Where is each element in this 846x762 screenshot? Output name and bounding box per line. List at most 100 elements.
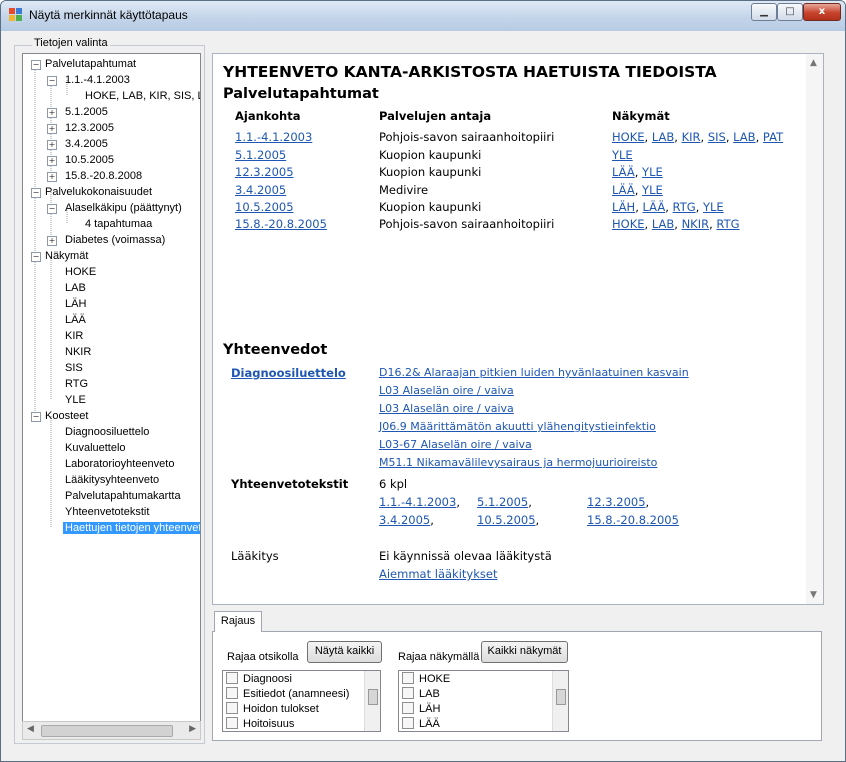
tree-item[interactable]: LAB: [65, 282, 86, 294]
scroll-thumb[interactable]: [556, 689, 566, 705]
panel-vertical-scrollbar[interactable]: ▲ ▼: [806, 54, 823, 604]
event-date-link[interactable]: 3.4.2005: [235, 183, 286, 197]
view-checklist[interactable]: HOKE LAB LÄH LÄÄ: [398, 670, 569, 732]
tree-expander-icon[interactable]: +: [47, 156, 57, 166]
tree-expander-icon[interactable]: −: [47, 76, 57, 86]
tree-item[interactable]: Lääkitysyhteenveto: [65, 474, 159, 486]
checklist-item[interactable]: LÄH: [402, 702, 440, 715]
tree-item[interactable]: HOKE, LAB, KIR, SIS, L: [85, 90, 200, 102]
view-link[interactable]: LÄH: [612, 200, 635, 214]
view-link[interactable]: LÄÄ: [612, 165, 635, 179]
heading-checklist[interactable]: Diagnoosi Esitiedot (anamneesi) Hoidon tul…: [222, 670, 381, 732]
tree-item[interactable]: 12.3.2005: [65, 122, 114, 134]
tree-item[interactable]: Palvelukokonaisuudet: [45, 186, 152, 198]
view-link[interactable]: LÄÄ: [612, 183, 635, 197]
view-link[interactable]: LAB: [733, 130, 755, 144]
tree-horizontal-scrollbar[interactable]: ◀ ▶: [22, 721, 201, 740]
view-link[interactable]: KIR: [682, 130, 701, 144]
checklist-item[interactable]: LAB: [402, 687, 440, 700]
diagnosis-link[interactable]: L03 Alaselän oire / vaiva: [379, 402, 514, 415]
view-link[interactable]: RTG: [716, 217, 739, 231]
tree-item[interactable]: Kuvaluettelo: [65, 442, 126, 454]
tree-expander-icon[interactable]: +: [47, 172, 57, 182]
tree-item[interactable]: LÄÄ: [65, 314, 86, 326]
tree-expander-icon[interactable]: −: [47, 204, 57, 214]
checkbox[interactable]: [226, 717, 238, 729]
tree-item[interactable]: LÄH: [65, 298, 86, 310]
summary-text-link[interactable]: 15.8.-20.8.2005: [587, 513, 679, 527]
checklist-item[interactable]: Diagnoosi: [226, 672, 292, 685]
view-link[interactable]: RTG: [673, 200, 696, 214]
checklist-item[interactable]: Esitiedot (anamneesi): [226, 687, 349, 700]
tree-item[interactable]: HOKE: [65, 266, 96, 278]
view-link[interactable]: HOKE: [612, 217, 645, 231]
tree-item[interactable]: Diagnoosiluettelo: [65, 426, 149, 438]
summary-text-link[interactable]: 1.1.-4.1.2003: [379, 495, 456, 509]
tree-item[interactable]: Diabetes (voimassa): [65, 234, 165, 246]
previous-medications-link[interactable]: Aiemmat lääkitykset: [379, 567, 497, 581]
diagnosis-link[interactable]: J06.9 Määrittämätön akuutti ylähengityst…: [379, 420, 656, 433]
scroll-left-icon[interactable]: ◀: [27, 724, 34, 734]
view-link[interactable]: YLE: [642, 183, 663, 197]
tree-item[interactable]: Haettujen tietojen yhteenveto: [63, 522, 200, 534]
tree-item[interactable]: YLE: [65, 394, 86, 406]
tree-expander-icon[interactable]: +: [47, 124, 57, 134]
scroll-thumb[interactable]: [368, 689, 378, 705]
view-link[interactable]: LAB: [652, 217, 674, 231]
tree-item[interactable]: 5.1.2005: [65, 106, 108, 118]
tab-rajaus[interactable]: Rajaus: [214, 611, 262, 632]
tree-expander-icon[interactable]: +: [47, 140, 57, 150]
tree-item[interactable]: 3.4.2005: [65, 138, 108, 150]
checkbox[interactable]: [402, 702, 414, 714]
scroll-thumb[interactable]: [41, 725, 173, 737]
checkbox[interactable]: [226, 702, 238, 714]
view-link[interactable]: LAB: [652, 130, 674, 144]
tree-expander-icon[interactable]: −: [31, 412, 41, 422]
view-link[interactable]: HOKE: [612, 130, 645, 144]
event-date-link[interactable]: 15.8.-20.8.2005: [235, 217, 327, 231]
tree-item[interactable]: Laboratorioyhteenveto: [65, 458, 174, 470]
tree-item[interactable]: 10.5.2005: [65, 154, 114, 166]
scroll-right-icon[interactable]: ▶: [189, 724, 196, 734]
show-all-button[interactable]: Näytä kaikki: [307, 641, 382, 663]
tree-item[interactable]: 1.1.-4.1.2003: [65, 74, 130, 86]
checkbox[interactable]: [402, 672, 414, 684]
event-date-link[interactable]: 5.1.2005: [235, 148, 286, 162]
tree-item[interactable]: NKIR: [65, 346, 91, 358]
summary-text-link[interactable]: 5.1.2005: [477, 495, 528, 509]
checkbox[interactable]: [402, 687, 414, 699]
tree-item[interactable]: RTG: [65, 378, 88, 390]
tree-expander-icon[interactable]: −: [31, 188, 41, 198]
diagnosis-link[interactable]: M51.1 Nikamavälilevysairaus ja hermojuur…: [379, 456, 657, 469]
data-tree[interactable]: − Palvelutapahtumat −1.1.-4.1.2003 HOKE, LA…: [22, 53, 201, 723]
checkbox[interactable]: [402, 717, 414, 729]
view-link[interactable]: SIS: [708, 130, 726, 144]
tree-expander-icon[interactable]: +: [47, 108, 57, 118]
event-date-link[interactable]: 1.1.-4.1.2003: [235, 130, 312, 144]
event-date-link[interactable]: 10.5.2005: [235, 200, 294, 214]
tree-item[interactable]: SIS: [65, 362, 83, 374]
checkbox[interactable]: [226, 672, 238, 684]
tree-item[interactable]: 15.8.-20.8.2008: [65, 170, 142, 182]
event-date-link[interactable]: 12.3.2005: [235, 165, 294, 179]
all-views-button[interactable]: Kaikki näkymät: [481, 641, 568, 663]
tree-item[interactable]: Koosteet: [45, 410, 88, 422]
view-link[interactable]: NKIR: [682, 217, 710, 231]
tree-item[interactable]: Alaselkäkipu (päättynyt): [65, 202, 182, 214]
summary-text-link[interactable]: 12.3.2005: [587, 495, 646, 509]
view-link[interactable]: YLE: [612, 148, 633, 162]
checklist-item[interactable]: Hoitoisuus: [226, 717, 294, 730]
tree-item[interactable]: Palvelutapahtumat: [45, 58, 136, 70]
tree-item[interactable]: Palvelutapahtumakartta: [65, 490, 181, 502]
scroll-down-icon[interactable]: ▼: [810, 590, 817, 600]
checklist-item[interactable]: HOKE: [402, 672, 450, 685]
view-link[interactable]: YLE: [703, 200, 724, 214]
tree-expander-icon[interactable]: −: [31, 60, 41, 70]
view-link[interactable]: PAT: [763, 130, 783, 144]
view-link[interactable]: LÄÄ: [643, 200, 666, 214]
summary-text-link[interactable]: 10.5.2005: [477, 513, 536, 527]
checklist-item[interactable]: LÄÄ: [402, 717, 440, 730]
tree-expander-icon[interactable]: −: [31, 252, 41, 262]
diagnosis-link[interactable]: L03 Alaselän oire / vaiva: [379, 384, 514, 397]
checklist-item[interactable]: Hoidon tulokset: [226, 702, 319, 715]
